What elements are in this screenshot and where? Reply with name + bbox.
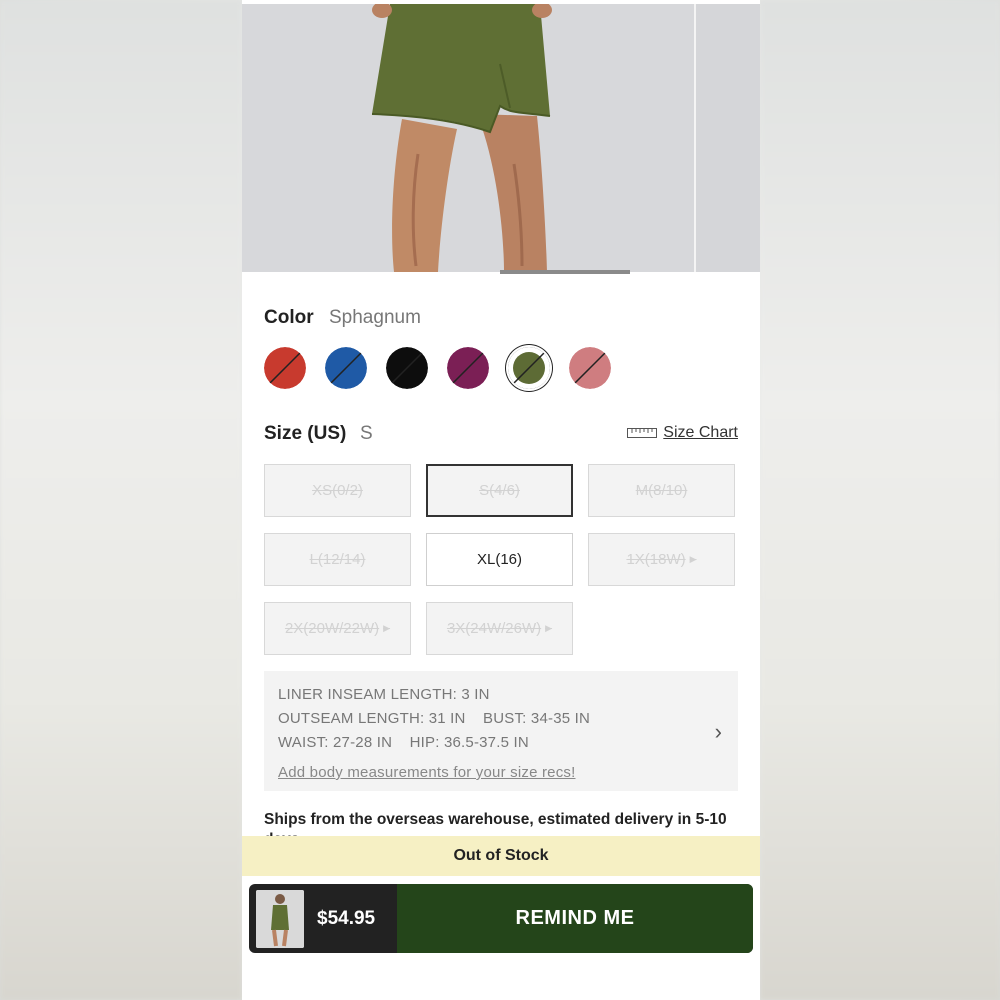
product-thumbnail (256, 890, 304, 948)
size-label: Size (US) (264, 423, 347, 444)
measurement-line: WAIST: 27-28 IN HIP: 36.5-37.5 IN (278, 734, 529, 751)
background-left (0, 0, 242, 1000)
image-carousel-indicator (500, 270, 630, 274)
size-option-label: XL(16) (476, 551, 523, 568)
size-chart-link[interactable]: Size Chart (627, 424, 738, 442)
size-option-label: L(12/14) (309, 551, 366, 568)
buy-bar: $54.95 REMIND ME (249, 884, 753, 953)
size-option[interactable]: 1X(18W) ▶ (588, 533, 735, 586)
size-option[interactable]: 3X(24W/26W) ▶ (426, 602, 573, 655)
measurements-panel[interactable]: LINER INSEAM LENGTH: 3 IN OUTSEAM LENGTH… (264, 671, 738, 791)
size-option[interactable]: M(8/10) (588, 464, 735, 517)
size-option[interactable]: XL(16) (426, 533, 573, 586)
size-option-label: XS(0/2) (312, 482, 363, 499)
color-selected-name: Sphagnum (329, 307, 421, 328)
remind-me-button[interactable]: REMIND ME (397, 884, 753, 953)
size-option-label: 1X(18W) (626, 551, 686, 568)
next-image-preview[interactable] (694, 4, 760, 272)
stock-status-banner: Out of Stock (242, 836, 760, 876)
caret-right-icon: ▶ (545, 623, 553, 633)
product-image[interactable] (242, 4, 760, 272)
color-swatch-blue[interactable] (325, 347, 367, 389)
size-option[interactable]: L(12/14) (264, 533, 411, 586)
size-option[interactable]: XS(0/2) (264, 464, 411, 517)
measurement-line: OUTSEAM LENGTH: 31 IN BUST: 34-35 IN (278, 710, 591, 727)
size-option-label: M(8/10) (635, 482, 688, 499)
add-body-measurements-link[interactable]: Add body measurements for your size recs… (278, 761, 724, 785)
size-option[interactable]: 2X(20W/22W) ▶ (264, 602, 411, 655)
color-swatch-red[interactable] (264, 347, 306, 389)
size-option-label: 3X(24W/26W) (446, 620, 542, 637)
size-selected: S (360, 423, 373, 444)
ruler-icon (627, 428, 658, 438)
phone-screen: Color Sphagnum Size (US) S Size Chart XS… (242, 0, 760, 1000)
measurement-line: LINER INSEAM LENGTH: 3 IN (278, 686, 490, 703)
caret-right-icon: ▶ (689, 554, 697, 564)
caret-right-icon: ▶ (383, 623, 391, 633)
chevron-right-icon: › (714, 719, 722, 744)
size-chart-label: Size Chart (663, 424, 738, 441)
size-option-label: 2X(20W/22W) (284, 620, 380, 637)
color-label: Color (264, 307, 314, 328)
background-right (760, 0, 1000, 1000)
size-option[interactable]: S(4/6) (426, 464, 573, 517)
size-option-label: S(4/6) (479, 482, 520, 499)
shipping-notice: Ships from the overseas warehouse, estim… (264, 811, 727, 836)
product-photo-illustration (242, 4, 696, 272)
price: $54.95 (317, 907, 376, 929)
color-swatch-rose[interactable] (569, 347, 611, 389)
color-swatch-black[interactable] (386, 347, 428, 389)
color-swatch-plum[interactable] (447, 347, 489, 389)
color-swatch-sphagnum[interactable] (508, 347, 550, 389)
